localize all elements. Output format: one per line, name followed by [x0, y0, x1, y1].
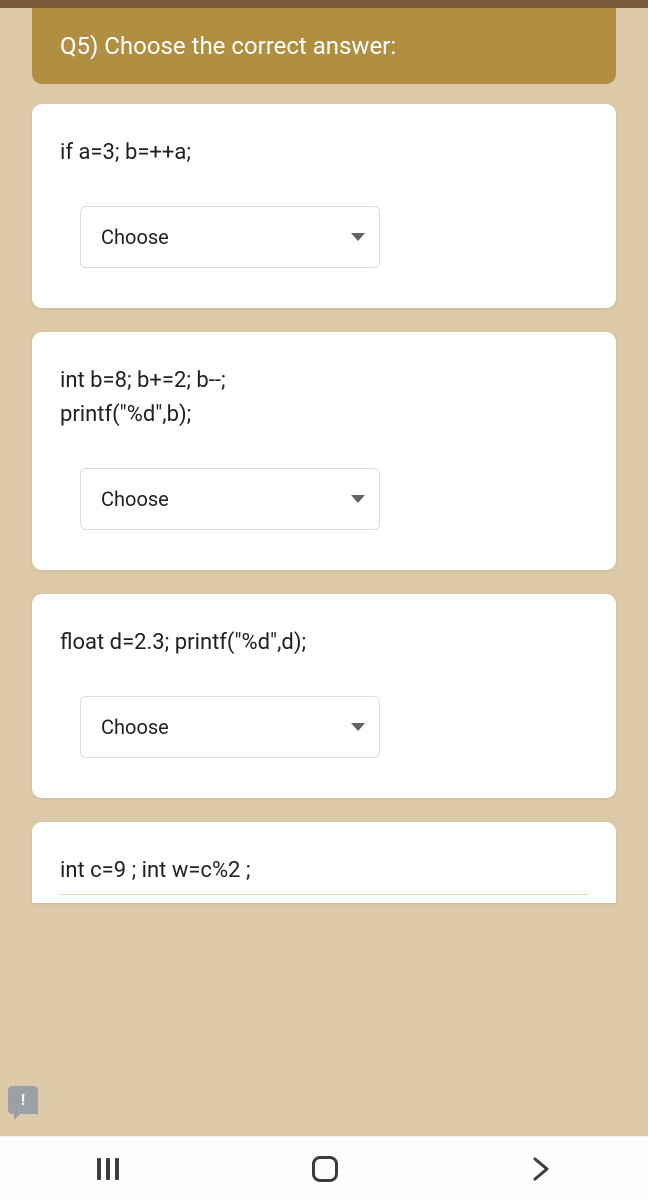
question-header: Q5) Choose the correct answer: — [32, 8, 616, 84]
answer-dropdown[interactable]: Choose — [80, 696, 380, 758]
chevron-down-icon — [351, 233, 365, 241]
alert-badge[interactable]: ! — [8, 1086, 38, 1114]
status-bar — [0, 0, 648, 8]
question-card-3: float d=2.3; printf("%d",d); Choose — [32, 594, 616, 798]
question-card-4: int c=9 ; int w=c%2 ; — [32, 822, 616, 903]
back-button[interactable] — [531, 1155, 551, 1183]
header-title: Q5) Choose the correct answer: — [60, 32, 396, 60]
question-text: float d=2.3; printf("%d",d); — [60, 626, 588, 660]
home-button[interactable] — [312, 1156, 338, 1182]
question-text: if a=3; b=++a; — [60, 136, 588, 170]
answer-dropdown[interactable]: Choose — [80, 206, 380, 268]
dropdown-label: Choose — [101, 487, 169, 511]
question-text: int b=8; b+=2; b--; printf("%d",b); — [60, 364, 588, 432]
form-content: Q5) Choose the correct answer: if a=3; b… — [0, 8, 648, 903]
question-text: int c=9 ; int w=c%2 ; — [60, 854, 588, 895]
answer-dropdown[interactable]: Choose — [80, 468, 380, 530]
dropdown-label: Choose — [101, 225, 169, 249]
question-card-2: int b=8; b+=2; b--; printf("%d",b); Choo… — [32, 332, 616, 570]
android-nav-bar — [0, 1136, 648, 1200]
recent-apps-button[interactable] — [97, 1158, 119, 1180]
dropdown-label: Choose — [101, 715, 169, 739]
chevron-down-icon — [351, 723, 365, 731]
chevron-down-icon — [351, 495, 365, 503]
exclamation-icon: ! — [8, 1086, 38, 1114]
question-card-1: if a=3; b=++a; Choose — [32, 104, 616, 308]
